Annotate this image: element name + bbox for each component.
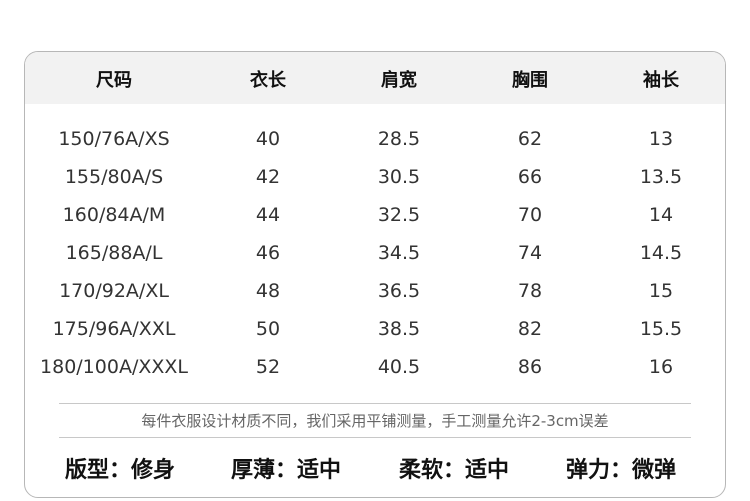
header-sleeve: 袖长 [643, 70, 679, 91]
table-row: 160/84A/M 44 32.5 70 14 [25, 204, 725, 242]
table-row: 150/76A/XS 40 28.5 62 13 [25, 128, 725, 166]
cell-chest: 74 [517, 242, 543, 264]
header-chest: 胸围 [512, 70, 548, 91]
cell-chest: 62 [517, 128, 543, 150]
cell-sleeve: 16 [648, 356, 674, 378]
cell-size: 170/92A/XL [59, 280, 169, 302]
measurement-note: 每件衣服设计材质不同，我们采用平铺测量，手工测量允许2-3cm误差 [141, 412, 609, 430]
cell-sleeve: 15.5 [639, 318, 683, 340]
cell-size: 180/100A/XXXL [40, 356, 188, 378]
header-size: 尺码 [96, 70, 132, 91]
cell-size: 175/96A/XXL [52, 318, 176, 340]
size-chart-card: 尺码 衣长 肩宽 胸围 袖长 150/76A/XS 40 28.5 62 13 … [24, 51, 726, 498]
cell-sleeve: 13 [648, 128, 674, 150]
table-row: 165/88A/L 46 34.5 74 14.5 [25, 242, 725, 280]
table-row: 180/100A/XXXL 52 40.5 86 16 [25, 356, 725, 394]
cell-shoulder: 36.5 [377, 280, 421, 302]
header-length: 衣长 [250, 70, 286, 91]
cell-shoulder: 34.5 [377, 242, 421, 264]
cell-shoulder: 40.5 [377, 356, 421, 378]
cell-size: 160/84A/M [62, 204, 166, 226]
cell-sleeve: 13.5 [639, 166, 683, 188]
cell-shoulder: 28.5 [377, 128, 421, 150]
table-row: 155/80A/S 42 30.5 66 13.5 [25, 166, 725, 204]
property-softness: 柔软：适中 [399, 458, 510, 483]
cell-chest: 78 [517, 280, 543, 302]
cell-size: 165/88A/L [65, 242, 163, 264]
cell-length: 44 [255, 204, 281, 226]
cell-shoulder: 38.5 [377, 318, 421, 340]
header-shoulder: 肩宽 [381, 70, 417, 91]
cell-shoulder: 32.5 [377, 204, 421, 226]
cell-chest: 82 [517, 318, 543, 340]
cell-length: 50 [255, 318, 281, 340]
table-row: 170/92A/XL 48 36.5 78 15 [25, 280, 725, 318]
property-fit: 版型：修身 [65, 458, 176, 483]
cell-sleeve: 14.5 [639, 242, 683, 264]
cell-sleeve: 15 [648, 280, 674, 302]
table-row: 175/96A/XXL 50 38.5 82 15.5 [25, 318, 725, 356]
cell-chest: 70 [517, 204, 543, 226]
cell-chest: 66 [517, 166, 543, 188]
cell-length: 46 [255, 242, 281, 264]
cell-length: 48 [255, 280, 281, 302]
cell-length: 52 [255, 356, 281, 378]
cell-size: 155/80A/S [64, 166, 164, 188]
property-thickness: 厚薄：适中 [231, 458, 342, 483]
note-divider-top [59, 403, 691, 404]
note-divider-bottom [59, 437, 691, 438]
cell-chest: 86 [517, 356, 543, 378]
cell-shoulder: 30.5 [377, 166, 421, 188]
property-elasticity: 弹力：微弹 [566, 458, 677, 483]
cell-size: 150/76A/XS [58, 128, 170, 150]
table-header-row: 尺码 衣长 肩宽 胸围 袖长 [25, 52, 725, 104]
cell-length: 40 [255, 128, 281, 150]
cell-length: 42 [255, 166, 281, 188]
cell-sleeve: 14 [648, 204, 674, 226]
